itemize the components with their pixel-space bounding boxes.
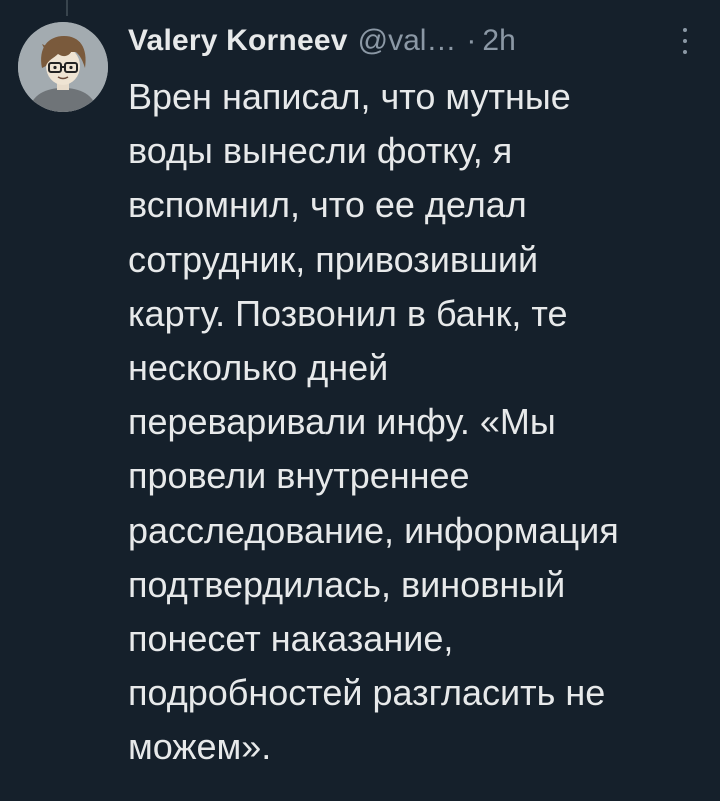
tweet-text-line: несколько дней [128, 347, 389, 389]
tweet-header: Valery Korneev @val… · 2h [128, 18, 690, 64]
tweet-text: Врен написал, что мутные воды вынесли фо… [128, 70, 708, 775]
timestamp[interactable]: 2h [482, 24, 515, 58]
avatar-illustration [18, 22, 108, 112]
tweet-text-line: подтвердилась, виновный [128, 563, 566, 605]
tweet-text-line: вспомнил, что ее делал [128, 184, 527, 226]
tweet-text-line: воды вынесли фотку, я [128, 130, 513, 172]
more-dot [683, 28, 687, 32]
more-dot [683, 50, 687, 54]
thread-connector-line [66, 0, 68, 16]
separator-dot: · [466, 24, 477, 57]
tweet-text-line: сотрудник, привозивший [128, 238, 539, 280]
tweet-text-line: переваривали инфу. «Мы [128, 401, 556, 443]
tweet-text-line: понесет наказание, [128, 618, 454, 660]
tweet-text-line: можем». [128, 726, 272, 768]
more-vertical-icon[interactable] [678, 28, 692, 54]
display-name[interactable]: Valery Korneev [128, 24, 348, 58]
tweet-text-line: Врен написал, что мутные [128, 76, 571, 117]
tweet-text-line: подробностей разгласить не [128, 672, 606, 714]
tweet-text-line: карту. Позвонил в банк, те [128, 292, 568, 334]
user-handle[interactable]: @val… [358, 24, 457, 58]
more-dot [683, 39, 687, 43]
tweet-text-line: провели внутреннее [128, 455, 470, 497]
avatar[interactable] [18, 22, 108, 112]
tweet-text-line: расследование, информация [128, 509, 619, 551]
